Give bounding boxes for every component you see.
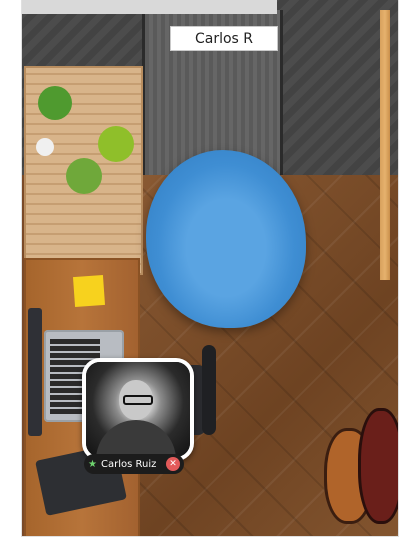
room-viewport: Carlos R ★ Carlos Ruiz ✕ (0, 0, 420, 554)
vase-icon (36, 138, 54, 156)
beanbag-chair[interactable] (146, 150, 306, 328)
room-canvas (22, 0, 398, 536)
user-avatar-card[interactable] (82, 358, 194, 461)
star-icon: ★ (88, 458, 97, 470)
room-name-text: Carlos R (194, 30, 254, 47)
user-name-pill[interactable]: ★ Carlos Ruiz ✕ (84, 454, 184, 474)
guitar-icon[interactable] (322, 408, 398, 526)
avatar (86, 362, 190, 457)
electric-guitar (358, 408, 398, 524)
plant-icon (38, 86, 72, 120)
plant-icon (98, 126, 134, 162)
floor-lamp (380, 10, 390, 280)
laptop-screen (28, 308, 42, 436)
plant-shelf[interactable] (24, 66, 143, 275)
chair-back (202, 345, 216, 435)
mic-off-icon[interactable]: ✕ (166, 457, 180, 471)
sticky-note-icon[interactable] (72, 274, 106, 308)
avatar-glasses (123, 395, 153, 405)
room-name-tag: Carlos R (170, 26, 278, 51)
user-display-name: Carlos Ruiz (100, 458, 157, 470)
plant-icon (66, 158, 102, 194)
window-ledge (22, 0, 277, 14)
